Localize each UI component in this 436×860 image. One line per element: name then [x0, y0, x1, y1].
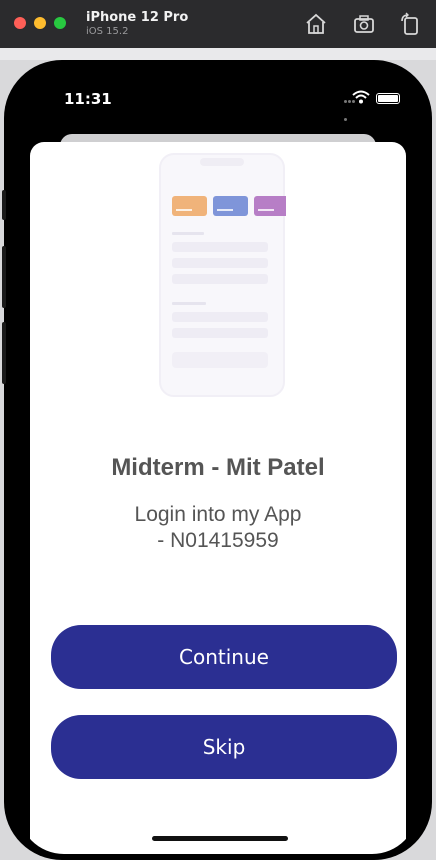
volume-up-button — [2, 246, 6, 308]
simulator-background-bar — [0, 48, 436, 60]
device-name: iPhone 12 Pro — [86, 10, 189, 25]
close-window-button[interactable] — [14, 17, 26, 29]
subtitle-line-1: Login into my App — [134, 503, 302, 526]
onboarding-title: Midterm - Mit Patel — [111, 454, 325, 481]
mute-switch — [2, 190, 6, 220]
phone-frame: 11:31 Midterm - Mit Patel Login into my … — [2, 60, 432, 860]
battery-icon — [376, 93, 400, 104]
home-icon[interactable] — [304, 12, 328, 36]
simulator-title-bar: iPhone 12 Pro iOS 15.2 — [0, 0, 436, 48]
onboarding-subtitle: Login into my App - N01415959 — [70, 502, 366, 554]
phone-illustration-icon — [159, 153, 286, 397]
wifi-icon — [352, 90, 370, 104]
skip-button[interactable]: Skip — [51, 715, 397, 779]
volume-down-button — [2, 322, 6, 384]
continue-button[interactable]: Continue — [51, 625, 397, 689]
rotate-icon[interactable] — [398, 12, 422, 36]
phone-screen: 11:31 Midterm - Mit Patel Login into my … — [18, 74, 418, 854]
screenshot-icon[interactable] — [352, 12, 376, 36]
status-time: 11:31 — [64, 90, 112, 108]
zoom-window-button[interactable] — [54, 17, 66, 29]
device-os-version: iOS 15.2 — [86, 26, 129, 37]
subtitle-line-2: - N01415959 — [157, 529, 279, 552]
home-indicator[interactable] — [152, 836, 288, 841]
minimize-window-button[interactable] — [34, 17, 46, 29]
